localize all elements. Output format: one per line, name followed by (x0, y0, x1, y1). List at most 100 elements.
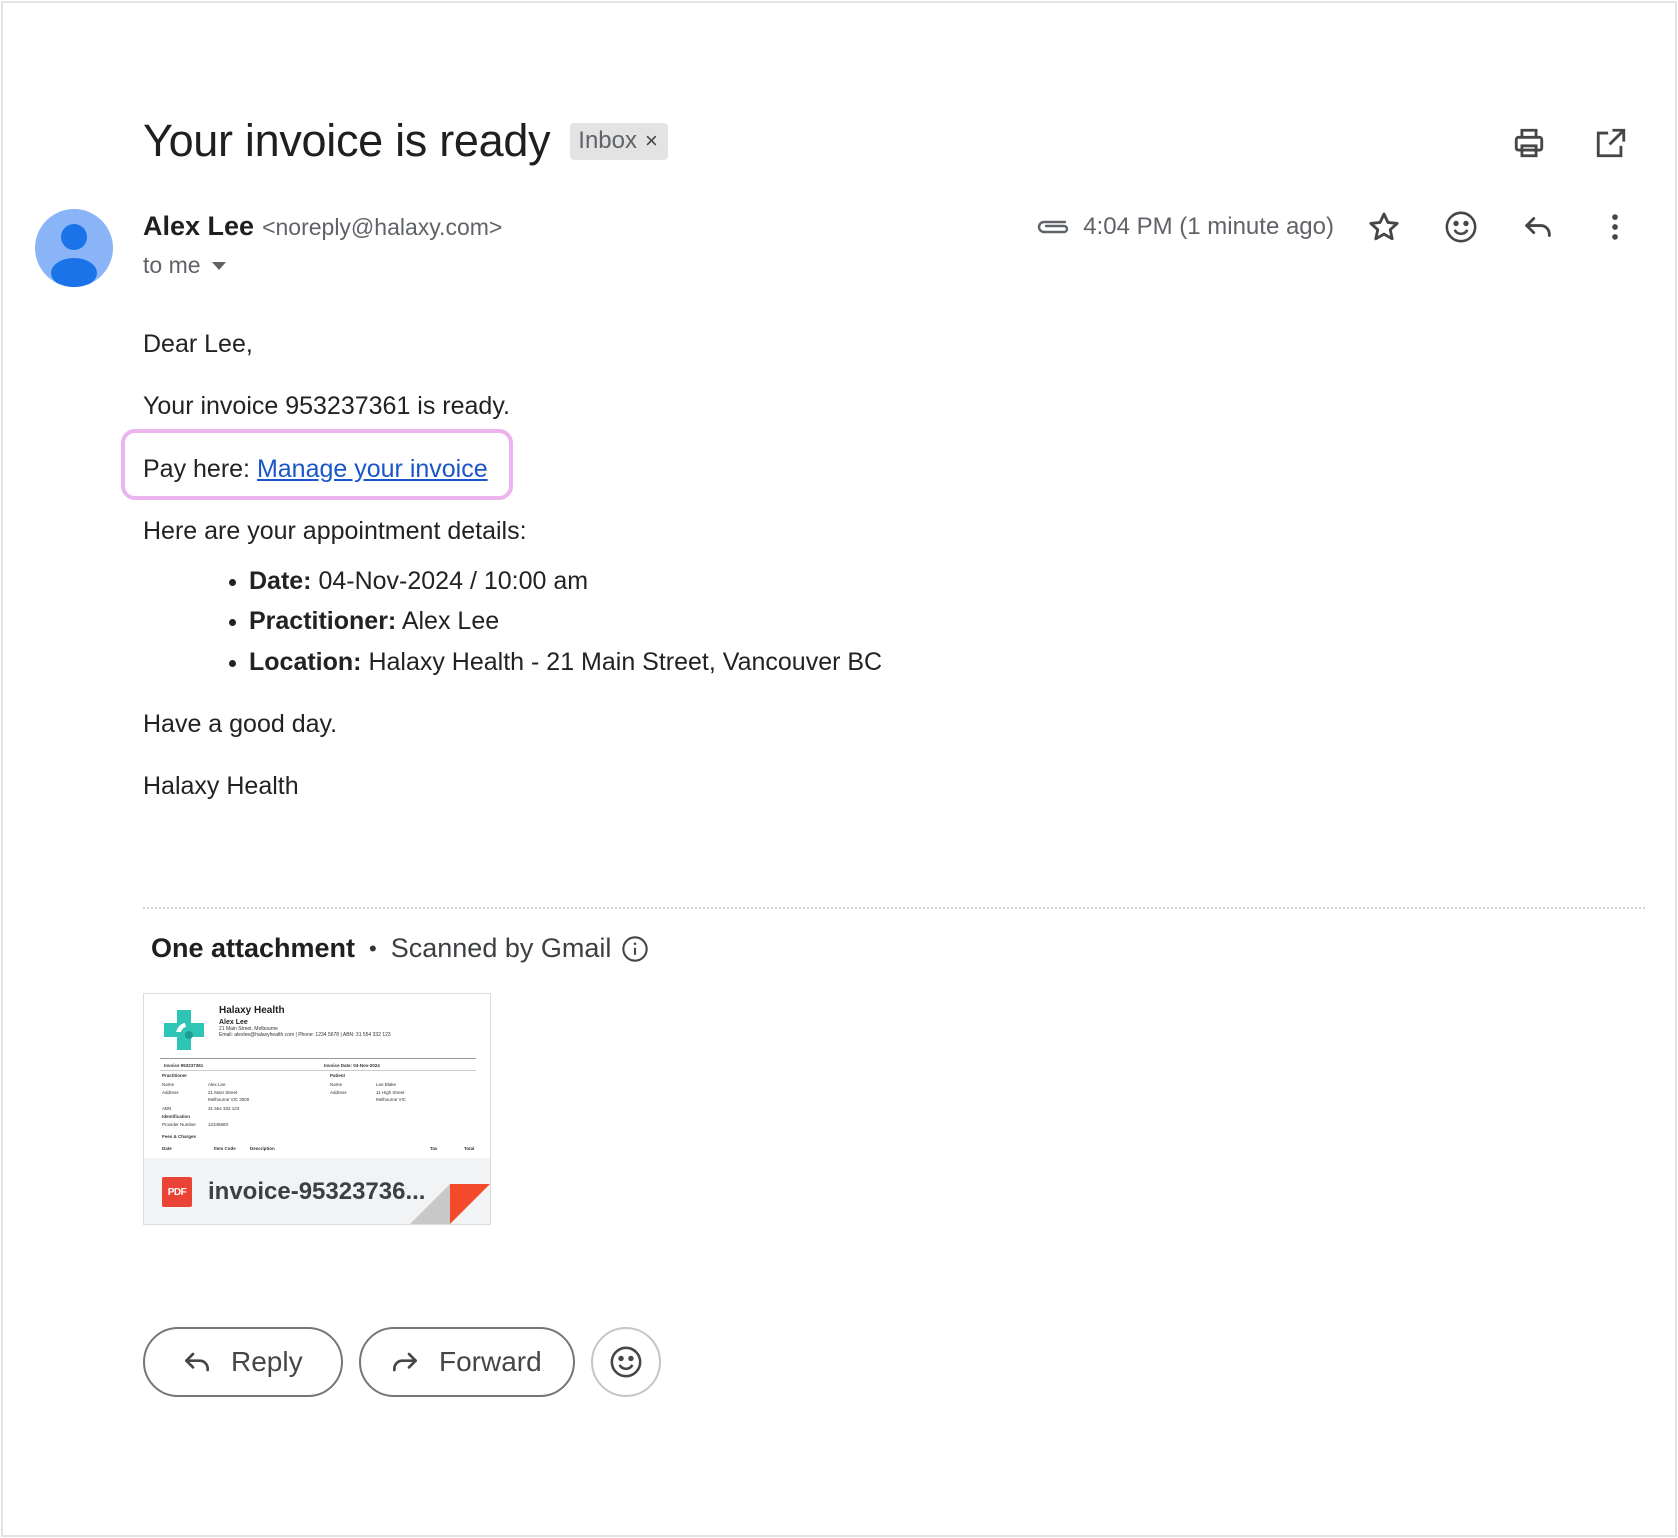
detail-value: Halaxy Health - 21 Main Street, Vancouve… (361, 647, 883, 676)
preview-col-desc: Description (250, 1146, 275, 1151)
reply-icon (1525, 217, 1551, 237)
person-icon (51, 224, 97, 287)
preview-invoice-date: Invoice Date: 04-Nov-2024 (324, 1063, 380, 1068)
emoji-icon (610, 1346, 642, 1378)
info-icon[interactable] (621, 935, 649, 963)
attachment-card[interactable]: Halaxy Health Alex Lee 21 Main Street, Me… (143, 993, 491, 1225)
subject-row: Your invoice is ready Inbox × (143, 115, 668, 167)
appointment-details: Date: 04-Nov-2024 / 10:00 am Practitione… (227, 566, 882, 678)
timestamp: 4:04 PM (1 minute ago) (1083, 213, 1334, 240)
preview-identification-head: Identification (162, 1114, 190, 1119)
preview-address-2: Melbourne VIC 3000 (208, 1097, 250, 1102)
preview-patient-name-label: Name (330, 1082, 343, 1087)
attachment-preview: Halaxy Health Alex Lee 21 Main Street, Me… (144, 994, 490, 1158)
sender-block: Alex Lee <noreply@halaxy.com> to me (143, 211, 502, 279)
sender-line: Alex Lee <noreply@halaxy.com> (143, 211, 502, 242)
list-item: Practitioner: Alex Lee (227, 606, 882, 637)
detail-value: 04-Nov-2024 / 10:00 am (311, 567, 589, 595)
preview-patient-address-2: Melbourne VIC (376, 1097, 407, 1102)
detail-label: Practitioner: (249, 607, 397, 636)
star-icon (1369, 212, 1399, 241)
caret-down-icon (211, 261, 226, 270)
preview-address-1: 21 Main Street (208, 1090, 238, 1095)
open-new-window-button[interactable] (1591, 123, 1631, 163)
sender-name[interactable]: Alex Lee (143, 211, 254, 242)
preview-name-value: Alex Lee (208, 1082, 226, 1087)
signature: Halaxy Health (143, 772, 299, 800)
more-options-button[interactable] (1595, 207, 1635, 247)
preview-patient-address-1: 11 High Street (376, 1090, 405, 1095)
details-intro: Here are your appointment details: (143, 516, 527, 545)
invoice-line: Your invoice 953237361 is ready. (143, 392, 510, 421)
email-view: Your invoice is ready Inbox × Alex Lee <… (1, 1, 1677, 1537)
attachment-file-name: invoice-95323736... (208, 1178, 426, 1205)
preview-col-date: Date (162, 1146, 172, 1151)
react-emoji-button[interactable] (591, 1327, 661, 1397)
attachment-count: One attachment (151, 933, 356, 963)
detail-label: Date: (249, 567, 312, 595)
sender-email: <noreply@halaxy.com> (262, 214, 503, 240)
message-meta: 4:04 PM (1 minute ago) (1033, 207, 1635, 247)
preview-abn-label: ABN (162, 1106, 172, 1111)
greeting: Dear Lee, (143, 330, 253, 358)
preview-invoice-no: Invoice 953237361 (164, 1063, 204, 1068)
preview-rule (160, 1058, 476, 1059)
preview-practitioner-head: Practitioner (162, 1073, 188, 1078)
list-item: Date: 04-Nov-2024 / 10:00 am (227, 566, 882, 597)
reply-label: Reply (231, 1346, 303, 1377)
remove-label-icon[interactable]: × (645, 128, 658, 154)
more-vertical-icon (1612, 214, 1618, 240)
open-in-new-icon (1596, 128, 1626, 158)
forward-icon (393, 1352, 417, 1372)
print-button[interactable] (1509, 123, 1549, 163)
scanned-label: Scanned by Gmail (390, 933, 612, 963)
forward-button[interactable]: Forward (359, 1327, 575, 1397)
attachment-divider (143, 907, 1645, 909)
closing: Have a good day. (143, 709, 338, 738)
preview-col-tax: Tax (430, 1146, 438, 1151)
detail-value: Alex Lee (396, 607, 500, 636)
print-icon (1514, 128, 1544, 158)
label-text: Inbox (578, 126, 637, 154)
preview-col-code: Item Code (214, 1146, 236, 1151)
preview-patient-name: Lee Blake (376, 1082, 397, 1087)
reply-button[interactable]: Reply (143, 1327, 343, 1397)
preview-org: Halaxy Health Alex Lee (219, 1005, 285, 1026)
emoji-icon (1445, 211, 1477, 243)
star-button[interactable] (1364, 207, 1404, 247)
recipient-details-toggle[interactable]: to me (143, 252, 502, 279)
preview-col-total: Total (464, 1146, 475, 1151)
pay-line: Pay here: Manage your invoice (121, 428, 513, 500)
paperclip-icon (1038, 220, 1069, 234)
pay-link-highlight (121, 428, 513, 500)
pdf-file-icon: PDF (162, 1177, 192, 1207)
detail-label: Location: (249, 647, 362, 676)
page-fold-icon (410, 1184, 490, 1224)
attachment-indicator (1033, 207, 1073, 247)
reply-icon-button[interactable] (1518, 207, 1558, 247)
message-actions (1364, 207, 1635, 247)
preview-address-label: Address (162, 1090, 179, 1095)
inbox-label-chip[interactable]: Inbox × (570, 122, 668, 160)
separator-dot: • (369, 935, 377, 961)
reply-icon (185, 1352, 209, 1372)
preview-provider-label: Provider Number (162, 1122, 197, 1127)
preview-fees-head: Fees & Charges (162, 1134, 197, 1139)
list-item: Location: Halaxy Health - 21 Main Street… (227, 647, 882, 678)
preview-rule (160, 1070, 476, 1071)
preview-provider-value: 1234568X (208, 1122, 229, 1127)
preview-address: 21 Main Street, Melbourne Email: alexlee@… (219, 1026, 391, 1038)
email-subject: Your invoice is ready (143, 115, 551, 166)
preview-patient-head: Patient (330, 1073, 346, 1078)
add-reaction-button[interactable] (1441, 207, 1481, 247)
attachments-header: One attachment • Scanned by Gmail (151, 933, 649, 964)
preview-abn-value: 31 554 332 123 (208, 1106, 240, 1111)
bottom-actions: Reply Forward (143, 1327, 661, 1397)
halaxy-logo-icon (164, 1010, 204, 1050)
preview-patient-address-label: Address (330, 1090, 347, 1095)
recipient-text: to me (143, 252, 201, 278)
sender-avatar[interactable] (35, 209, 113, 287)
top-actions (1509, 123, 1631, 163)
preview-name-label: Name (162, 1082, 175, 1087)
email-body: Dear Lee, Your invoice 953237361 is read… (121, 329, 882, 833)
